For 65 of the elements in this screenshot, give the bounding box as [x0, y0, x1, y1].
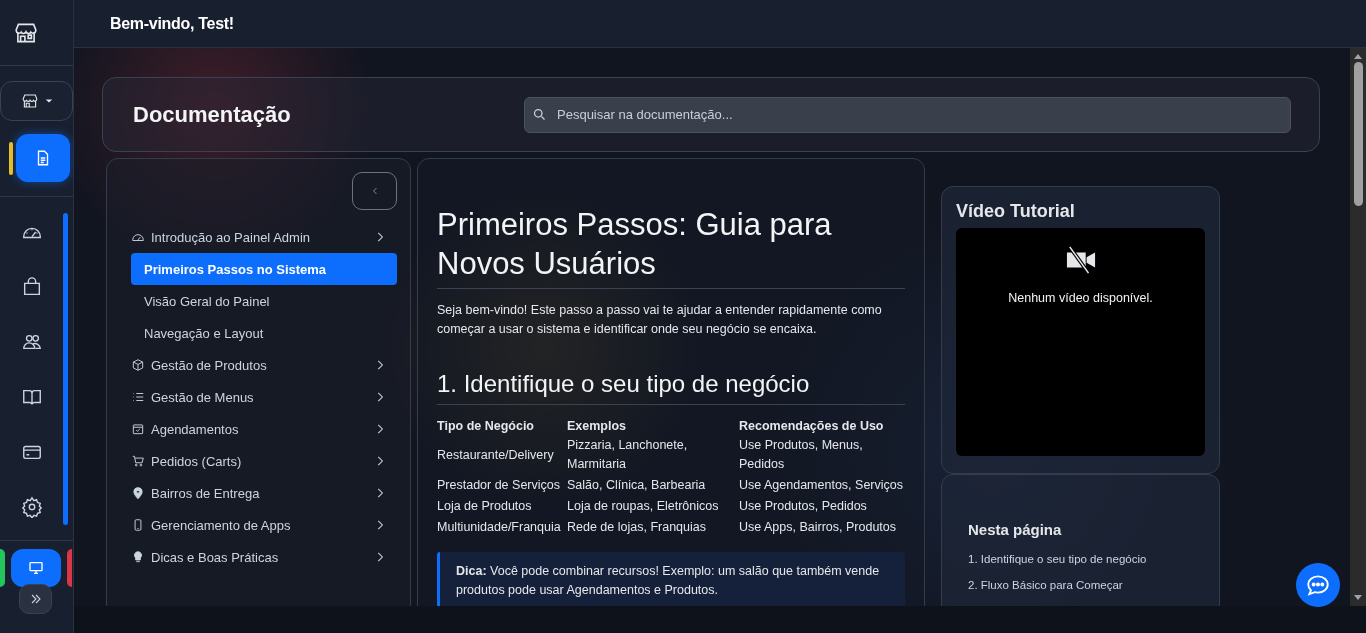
section-item[interactable]: Gerenciamento de Apps: [131, 509, 397, 541]
section-item[interactable]: Gestão de Menus: [131, 381, 397, 413]
sidebar-item[interactable]: Navegação e Layout: [131, 317, 397, 349]
table-cell-text: Restaurante/Delivery: [437, 446, 555, 464]
calendar-icon: [131, 422, 145, 436]
active-indicator: [9, 142, 13, 175]
column-header: Exemplos: [567, 417, 739, 435]
monitor-button[interactable]: [11, 549, 61, 587]
table-cell-text: Multiunidade/Franquia: [437, 519, 562, 536]
search-field[interactable]: Pesquisar na documentação...: [524, 96, 1291, 133]
section-item[interactable]: Bairros de Entrega: [131, 477, 397, 509]
empty-message: Nenhum vídeo disponível.: [1008, 291, 1153, 305]
scrollbar[interactable]: [1350, 48, 1366, 606]
toc-link[interactable]: 1. Identifique o seu tipo de negócio: [968, 546, 1147, 572]
scroll-up-icon[interactable]: [1354, 54, 1362, 59]
search-icon: [532, 106, 547, 122]
chat-button[interactable]: [1296, 563, 1340, 607]
scroll-thumb[interactable]: [1353, 62, 1363, 206]
table-cell-text: Loja de Produtos: [437, 498, 533, 515]
table-cell: Salão, Clínica, Barbearia: [567, 475, 739, 496]
sidebar-item[interactable]: Visão Geral do Painel: [131, 285, 397, 317]
column-header: Recomendações de Uso: [739, 418, 885, 435]
video-title: Vídeo Tutorial: [956, 201, 1076, 222]
box-icon: [131, 358, 145, 372]
toc-link[interactable]: 2. Fluxo Básico para Começar: [968, 572, 1123, 598]
table-cell: Loja de roupas, Eletrônicos: [567, 496, 739, 517]
welcome-text: Bem-vindo, Test!: [110, 14, 234, 33]
store-icon: [20, 92, 39, 110]
phone-icon: [131, 518, 145, 532]
monitor-icon: [28, 560, 44, 576]
page-title: Documentação: [133, 101, 291, 128]
collapse-button[interactable]: [352, 172, 397, 210]
toc-title: Nesta página: [968, 521, 1062, 538]
article-title: Primeiros Passos: Guia para Novos Usuários: [437, 206, 833, 283]
section-item[interactable]: Introdução ao Painel Admin: [131, 221, 397, 253]
section-item[interactable]: Dicas e Boas Práticas: [131, 541, 397, 573]
table-cell: Pizzaria, Lanchonete, Marmitaria: [567, 435, 739, 475]
lightbulb-icon: [131, 550, 145, 564]
column-header: Tipo de Negócio: [437, 417, 567, 435]
sidebar-item[interactable]: Primeiros Passos no Sistema: [131, 253, 397, 285]
section-heading: 1. Identifique o seu tipo de negócio: [437, 369, 811, 399]
settings-icon[interactable]: [21, 496, 43, 520]
caret-icon: [44, 97, 53, 105]
table-cell-text: Use Agendamentos, Serviços: [739, 477, 904, 494]
section-item[interactable]: Gestão de Produtos: [131, 349, 397, 381]
store-dropdown[interactable]: [0, 81, 73, 121]
scroll-down-icon[interactable]: [1354, 595, 1362, 600]
scrollbar[interactable]: [63, 213, 68, 525]
side-button[interactable]: [0, 549, 5, 587]
table-cell: Rede de lojas, Franquias: [567, 517, 739, 538]
chat-icon: [1305, 572, 1331, 598]
cart-icon: [131, 454, 145, 468]
list-icon: [131, 390, 145, 404]
documentation-button[interactable]: [16, 134, 70, 182]
table-cell: Prestador de Serviços: [437, 475, 567, 496]
table-cell-text: Use Produtos, Pedidos: [739, 498, 868, 515]
table-cell-text: Use Produtos, Menus, Pedidos: [739, 437, 864, 473]
expand-button[interactable]: [19, 584, 52, 614]
map-pin-icon: [131, 486, 145, 500]
intro-paragraph: Seja bem-vindo! Este passo a passo vai te ajudar a entender rapidamente como começar a usar o sistema e identificar onde seu negócio se encaixa.: [437, 302, 883, 338]
tip-text: Dica: Você pode combinar recursos! Exemplo: um salão que também vende produtos pode usar Agendamentos e Produtos.: [456, 564, 880, 597]
side-button[interactable]: [67, 549, 72, 587]
section-item[interactable]: Pedidos (Carts): [131, 445, 397, 477]
table-cell-text: Use Apps, Bairros, Produtos: [739, 519, 898, 536]
section-item[interactable]: Agendamentos: [131, 413, 397, 445]
